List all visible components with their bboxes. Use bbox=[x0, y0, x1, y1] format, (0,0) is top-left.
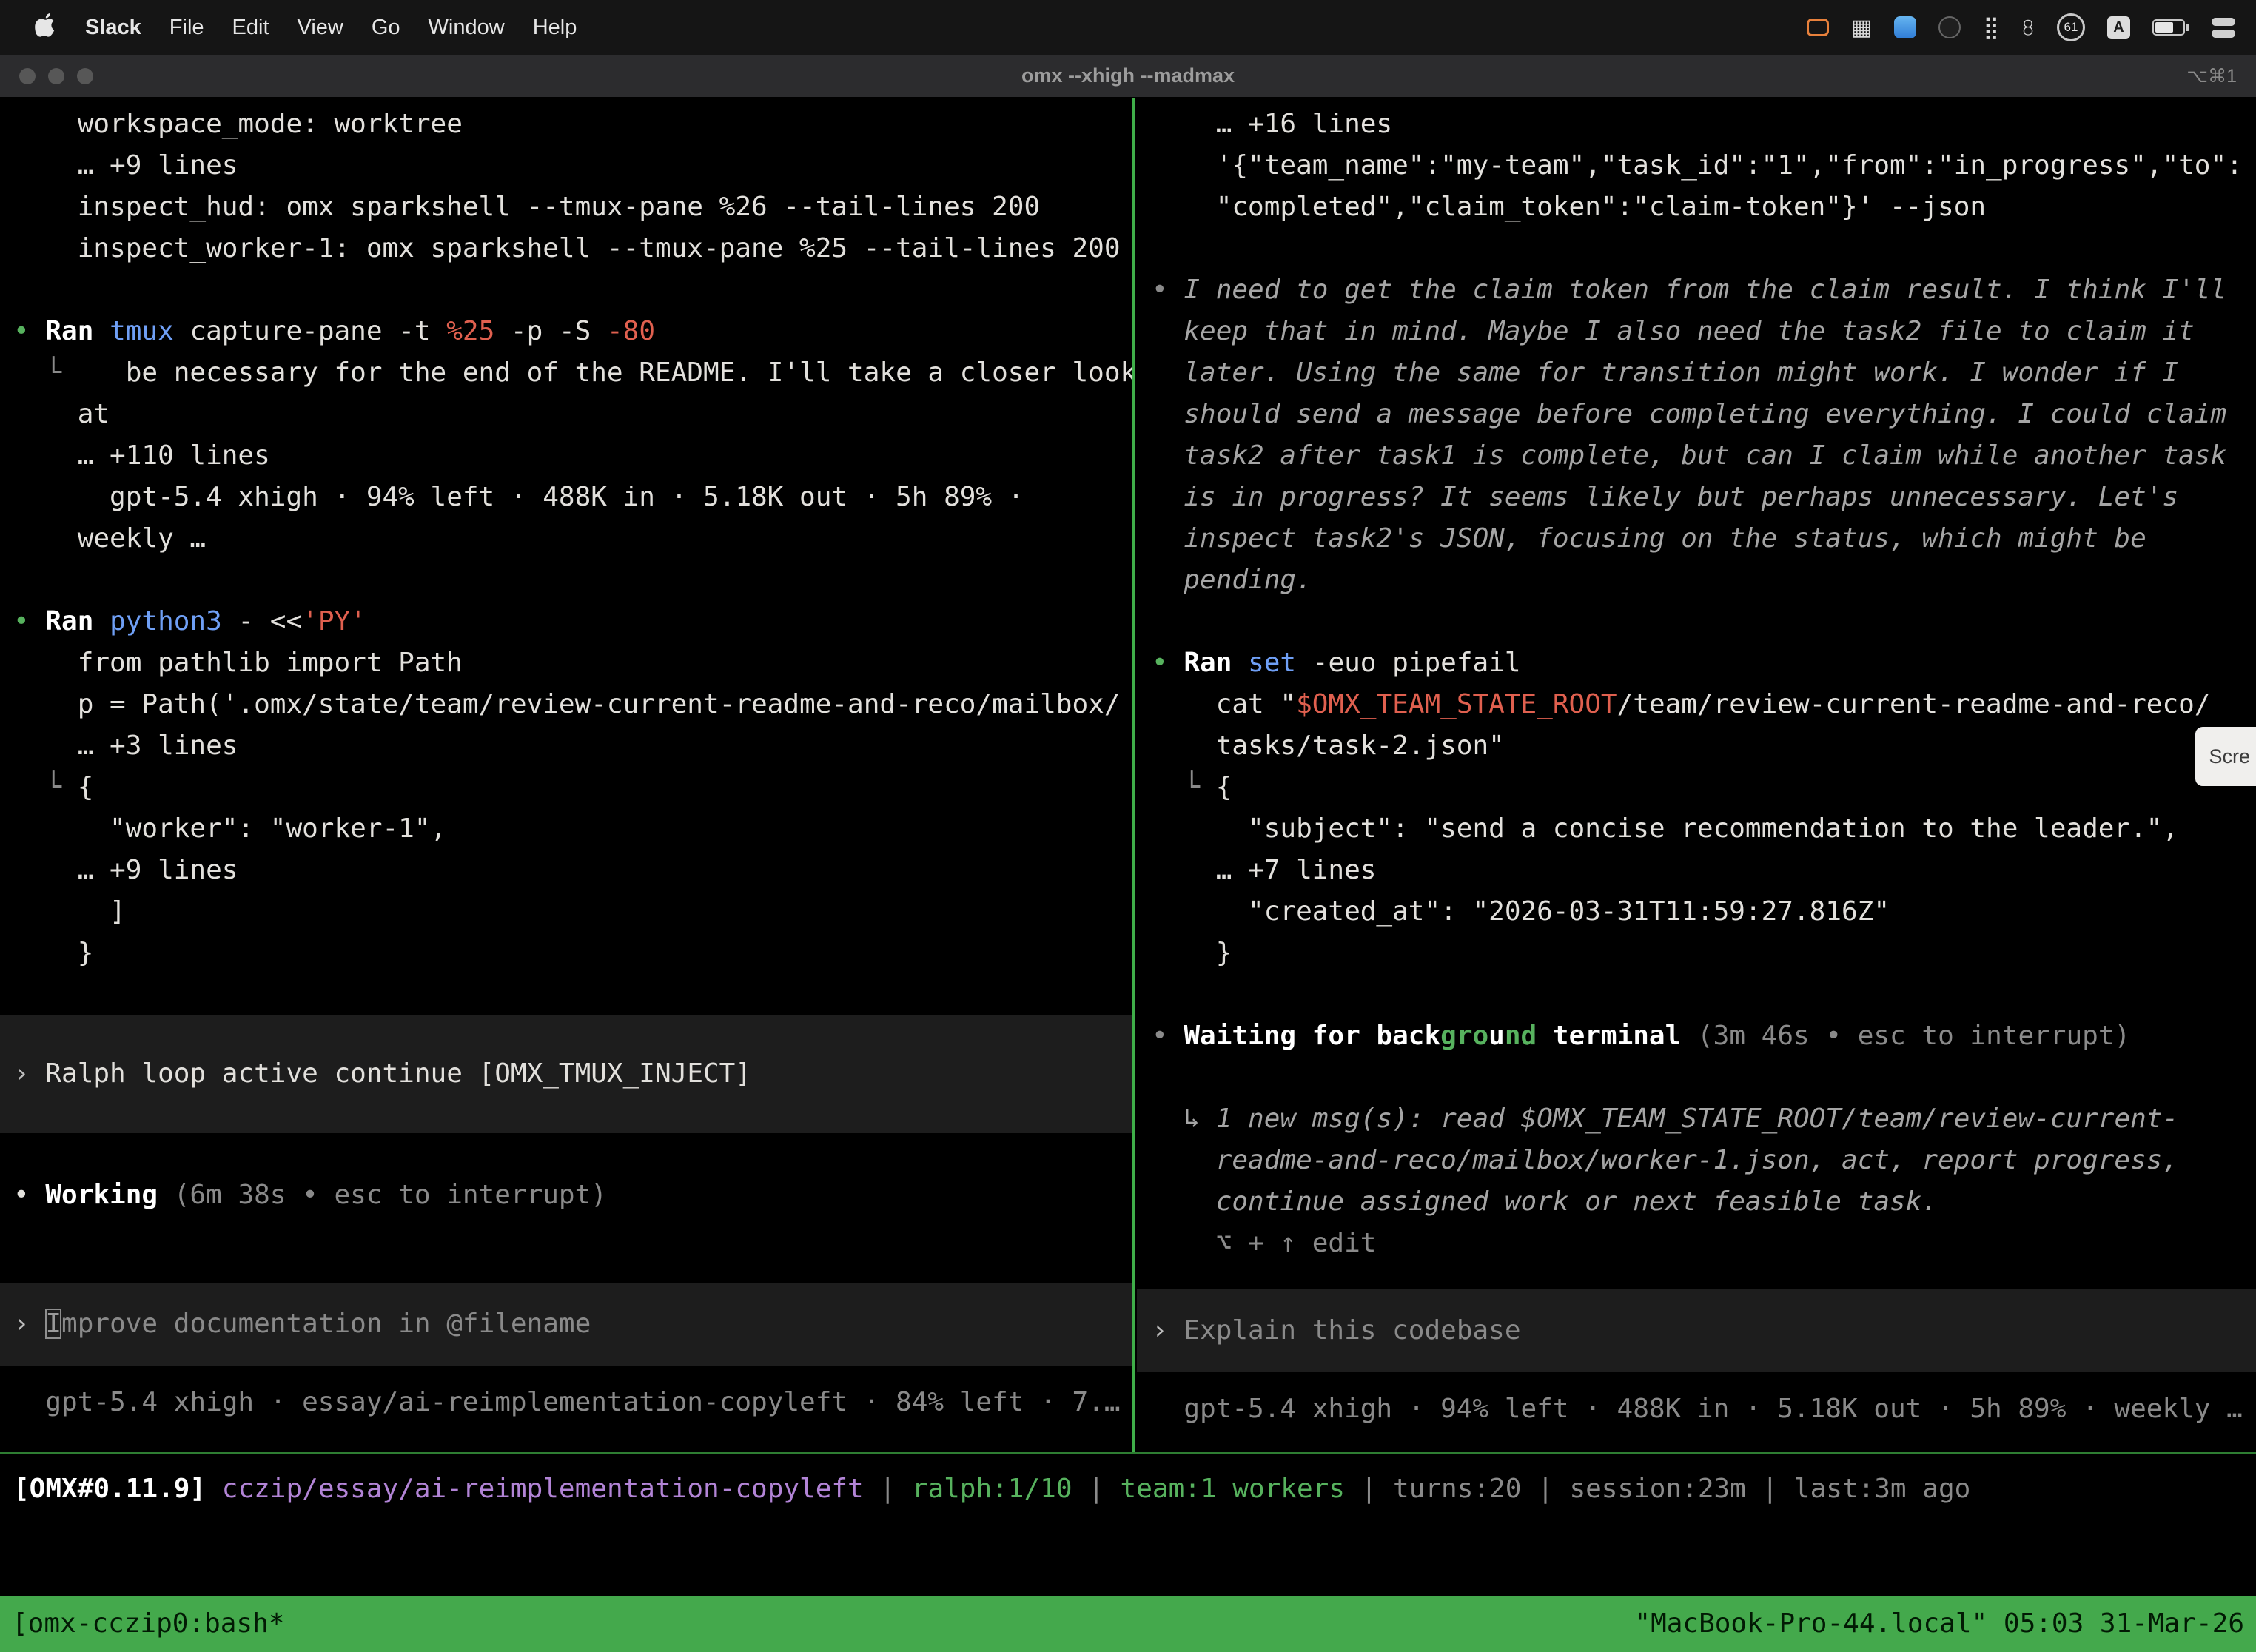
terminal-line: tasks/task-2.json" bbox=[1137, 725, 2256, 767]
terminal: workspace_mode: worktree … +9 lines insp… bbox=[0, 98, 2256, 1652]
pane-footer: gpt-5.4 xhigh · 94% left · 488K in · 5.1… bbox=[1137, 1389, 2256, 1430]
menu-item-edit[interactable]: Edit bbox=[218, 16, 283, 40]
zoom-button[interactable] bbox=[77, 68, 93, 84]
terminal-line: is in progress? It seems likely but perh… bbox=[1137, 477, 2256, 518]
terminal-line bbox=[1137, 228, 2256, 269]
control-center-icon[interactable] bbox=[2212, 11, 2235, 44]
window-title: omx --xhigh --madmax bbox=[0, 64, 2256, 87]
menu-item-file[interactable]: File bbox=[155, 16, 218, 40]
window-controls bbox=[19, 68, 93, 84]
terminal-line: workspace_mode: worktree bbox=[0, 104, 1132, 145]
terminal-line: └ be necessary for the end of the README… bbox=[0, 352, 1132, 394]
terminal-line: inspect_hud: omx sparkshell --tmux-pane … bbox=[0, 187, 1132, 228]
pane-footer: gpt-5.4 xhigh · essay/ai-reimplementatio… bbox=[0, 1382, 1132, 1423]
menu-left: Slack File Edit View Go Window Help bbox=[21, 11, 591, 44]
terminal-line: later. Using the same for transition mig… bbox=[1137, 352, 2256, 394]
terminal-line bbox=[1137, 1057, 2256, 1098]
screen-tooltip: Scre bbox=[2195, 727, 2256, 786]
menu-status-icons: ▦ ⣿ 8 61 A bbox=[1807, 11, 2235, 44]
terminal-line: "completed","claim_token":"claim-token"}… bbox=[1137, 187, 2256, 228]
terminal-line: ⌥ + ↑ edit bbox=[1137, 1223, 2256, 1264]
right-terminal-pane[interactable]: … +16 lines '{"team_name":"my-team","tas… bbox=[1137, 98, 2256, 1452]
terminal-line: '{"team_name":"my-team","task_id":"1","f… bbox=[1137, 145, 2256, 187]
composer-prompt-line[interactable]: › Improve documentation in @filename bbox=[0, 1283, 1132, 1366]
pane-divider-horizontal bbox=[0, 1452, 2256, 1454]
terminal-line: p = Path('.omx/state/team/review-current… bbox=[0, 684, 1132, 725]
terminal-line: keep that in mind. Maybe I also need the… bbox=[1137, 311, 2256, 352]
terminal-line bbox=[0, 1133, 1132, 1175]
menu-item-help[interactable]: Help bbox=[519, 16, 591, 40]
terminal-line: … +3 lines bbox=[0, 725, 1132, 767]
tmux-session-label: [omx-cczip0:bash* bbox=[12, 1603, 284, 1645]
tmux-host-clock: "MacBook-Pro-44.local" 05:03 31-Mar-26 bbox=[1634, 1603, 2244, 1645]
menu-bar: Slack File Edit View Go Window Help ▦ ⣿ … bbox=[0, 0, 2256, 55]
terminal-line: • Working (6m 38s • esc to interrupt) bbox=[0, 1175, 1132, 1216]
screen-recording-icon[interactable] bbox=[1807, 19, 1829, 36]
injected-prompt-line[interactable]: › Ralph loop active continue [OMX_TMUX_I… bbox=[0, 1015, 1132, 1133]
terminal-line: … +9 lines bbox=[0, 145, 1132, 187]
terminal-line: • Ran tmux capture-pane -t %25 -p -S -80 bbox=[0, 311, 1132, 352]
dots-grid-icon[interactable]: ⣿ bbox=[1983, 11, 1999, 44]
terminal-line: … +9 lines bbox=[0, 850, 1132, 891]
menu-item-slack[interactable]: Slack bbox=[71, 16, 155, 40]
window-title-bar: omx --xhigh --madmax ⌥⌘1 bbox=[0, 55, 2256, 98]
terminal-line: "worker": "worker-1", bbox=[0, 808, 1132, 850]
menu-item-go[interactable]: Go bbox=[357, 16, 414, 40]
menu-item-window[interactable]: Window bbox=[414, 16, 519, 40]
terminal-line: } bbox=[0, 933, 1132, 974]
terminal-line: at bbox=[0, 394, 1132, 435]
terminal-line: inspect_worker-1: omx sparkshell --tmux-… bbox=[0, 228, 1132, 269]
input-source-icon[interactable]: A bbox=[2107, 16, 2130, 39]
terminal-line: • I need to get the claim token from the… bbox=[1137, 269, 2256, 311]
left-terminal-pane[interactable]: workspace_mode: worktree … +9 lines insp… bbox=[0, 98, 1132, 1452]
pane-divider-vertical[interactable] bbox=[1132, 98, 1135, 1452]
terminal-line: ↳ 1 new msg(s): read $OMX_TEAM_STATE_ROO… bbox=[1137, 1098, 2256, 1140]
terminal-line: … +16 lines bbox=[1137, 104, 2256, 145]
terminal-line: continue assigned work or next feasible … bbox=[1137, 1181, 2256, 1223]
terminal-line: [OMX#0.11.9] cczip/essay/ai-reimplementa… bbox=[13, 1468, 2256, 1510]
grid-icon[interactable]: ▦ bbox=[1851, 11, 1872, 44]
terminal-line: … +7 lines bbox=[1137, 850, 2256, 891]
app-icon-dark[interactable] bbox=[1938, 16, 1961, 38]
terminal-line: inspect task2's JSON, focusing on the st… bbox=[1137, 518, 2256, 560]
terminal-line: cat "$OMX_TEAM_STATE_ROOT/team/review-cu… bbox=[1137, 684, 2256, 725]
close-button[interactable] bbox=[19, 68, 36, 84]
terminal-line: • Ran set -euo pipefail bbox=[1137, 642, 2256, 684]
terminal-line: … +110 lines bbox=[0, 435, 1132, 477]
terminal-line: "subject": "send a concise recommendatio… bbox=[1137, 808, 2256, 850]
terminal-line: task2 after task1 is complete, but can I… bbox=[1137, 435, 2256, 477]
terminal-line: gpt-5.4 xhigh · 94% left · 488K in · 5.1… bbox=[0, 477, 1132, 518]
app-icon-blue[interactable] bbox=[1894, 16, 1916, 38]
terminal-line: weekly … bbox=[0, 518, 1132, 560]
terminal-line: └ { bbox=[0, 767, 1132, 808]
tmux-status-bar: [omx-cczip0:bash* "MacBook-Pro-44.local"… bbox=[0, 1596, 2256, 1652]
terminal-line: from pathlib import Path bbox=[0, 642, 1132, 684]
omx-status-line: [OMX#0.11.9] cczip/essay/ai-reimplementa… bbox=[0, 1468, 2256, 1510]
terminal-line bbox=[1137, 974, 2256, 1015]
keychain-icon[interactable]: 8 bbox=[2021, 11, 2035, 44]
minimize-button[interactable] bbox=[48, 68, 64, 84]
terminal-line: ] bbox=[0, 891, 1132, 933]
menu-item-view[interactable]: View bbox=[283, 16, 357, 40]
battery-percent-badge[interactable]: 61 bbox=[2057, 13, 2085, 41]
terminal-line bbox=[0, 974, 1132, 1015]
terminal-line: • Ran python3 - <<'PY' bbox=[0, 601, 1132, 642]
terminal-line bbox=[0, 1216, 1132, 1258]
terminal-line: "created_at": "2026-03-31T11:59:27.816Z" bbox=[1137, 891, 2256, 933]
terminal-line: └ { bbox=[1137, 767, 2256, 808]
terminal-line: } bbox=[1137, 933, 2256, 974]
battery-icon[interactable] bbox=[2152, 11, 2189, 44]
terminal-line: readme-and-reco/mailbox/worker-1.json, a… bbox=[1137, 1140, 2256, 1181]
terminal-line: pending. bbox=[1137, 560, 2256, 601]
terminal-line bbox=[0, 560, 1132, 601]
apple-menu[interactable] bbox=[21, 11, 71, 44]
terminal-line bbox=[0, 269, 1132, 311]
terminal-line: • Waiting for background terminal (3m 46… bbox=[1137, 1015, 2256, 1057]
window-shortcut: ⌥⌘1 bbox=[2186, 65, 2237, 87]
composer-prompt-line[interactable]: › Explain this codebase bbox=[1137, 1289, 2256, 1372]
terminal-line: should send a message before completing … bbox=[1137, 394, 2256, 435]
terminal-line bbox=[1137, 601, 2256, 642]
apple-icon bbox=[35, 11, 57, 38]
